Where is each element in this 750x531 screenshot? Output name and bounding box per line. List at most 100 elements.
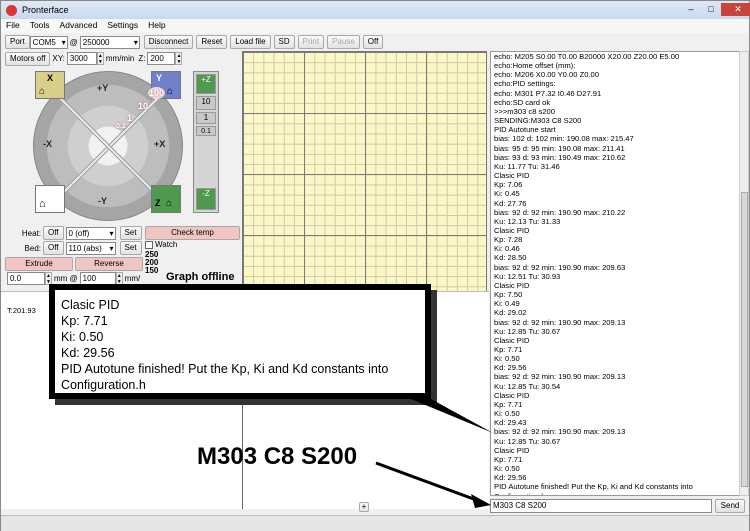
xy-speed-spinner[interactable]: ▲ ▼ xyxy=(96,52,104,65)
menu-help[interactable]: Help xyxy=(143,19,170,33)
log-line: bias: 102 d: 102 min: 190.08 max: 215.47 xyxy=(494,134,634,144)
log-line: Ku: 12.13 Tu: 31.33 xyxy=(494,216,561,226)
add-button[interactable]: + xyxy=(359,502,369,512)
extrude-speed-unit: mm/ xyxy=(124,274,141,283)
print-bed-grid[interactable] xyxy=(242,51,487,296)
reset-button[interactable]: Reset xyxy=(196,35,228,49)
menu-settings[interactable]: Settings xyxy=(102,19,143,33)
menu-advanced[interactable]: Advanced xyxy=(55,19,103,33)
port-select[interactable]: COM5 xyxy=(29,35,68,49)
port-button[interactable]: Port xyxy=(5,35,30,49)
heat-set-button[interactable]: Set xyxy=(119,226,142,240)
home-z-button[interactable]: Z ⌂ xyxy=(151,185,181,213)
jog-step-10[interactable]: 10 xyxy=(138,101,148,111)
disconnect-button[interactable]: Disconnect xyxy=(143,35,194,49)
watch-checkbox[interactable] xyxy=(145,240,153,249)
log-line: Ku: 12.85 Tu: 30.54 xyxy=(494,381,561,391)
baud-select[interactable]: 250000 xyxy=(79,35,140,49)
command-input[interactable]: M303 C8 S200 xyxy=(490,499,712,513)
log-line: Clasic PID xyxy=(494,225,530,235)
xy-speed-input[interactable]: 3000 xyxy=(66,52,97,65)
plus-x-button[interactable]: +X xyxy=(154,139,165,149)
home-z-label: Z xyxy=(155,198,161,208)
z-step-0.1[interactable]: 0.1 xyxy=(196,126,216,136)
menu-tools[interactable]: Tools xyxy=(25,19,55,33)
log-line: Clasic PID xyxy=(494,280,530,290)
speed-unit-label: mm/min xyxy=(105,54,135,63)
check-temp-button[interactable]: Check temp xyxy=(145,226,240,240)
log-line: PID Autotune start xyxy=(494,125,556,135)
z-speed-input[interactable]: 200 xyxy=(147,52,176,65)
home-icon: ⌂ xyxy=(39,198,46,210)
heat-off-button[interactable]: Off xyxy=(43,226,64,240)
menu-bar: File Tools Advanced Settings Help xyxy=(1,19,749,33)
bed-temp-select[interactable]: 110 (abs) xyxy=(65,241,116,255)
log-line: bias: 92 d: 92 min: 190.90 max: 210.22 xyxy=(494,207,626,217)
title-bar: Pronterface – □ ✕ xyxy=(1,1,750,19)
heat-label: Heat: xyxy=(21,228,41,238)
plus-y-button[interactable]: +Y xyxy=(97,83,108,93)
motors-off-button[interactable]: Motors off xyxy=(5,51,51,66)
pause-button[interactable]: Pause xyxy=(327,35,360,49)
log-line: PID Autotune finished! Put the Kp, Ki an… xyxy=(494,482,693,492)
z-jog-column: +Z 10 1 0.1 -Z xyxy=(193,71,219,213)
extrude-length-input[interactable]: 0.0 xyxy=(7,272,45,285)
pronterface-logo-icon xyxy=(6,4,17,16)
log-line: Kd: 29.56 xyxy=(494,473,527,483)
callout-line: Kd: 29.56 xyxy=(61,346,115,360)
log-line: bias: 92 d: 92 min: 190.90 max: 209.63 xyxy=(494,262,626,272)
log-line: Kd: 27.76 xyxy=(494,198,527,208)
scrollbar-thumb[interactable] xyxy=(741,192,748,487)
menu-file[interactable]: File xyxy=(1,19,25,33)
minimize-button[interactable]: – xyxy=(681,3,701,16)
minus-y-button[interactable]: -Y xyxy=(98,196,107,206)
watch-label: Watch xyxy=(155,240,178,249)
z-speed-spinner[interactable]: ▲ ▼ xyxy=(175,52,183,65)
connection-toolbar: Port COM5 @ 250000 Disconnect Reset Load… xyxy=(1,34,384,50)
close-button[interactable]: ✕ xyxy=(721,3,750,16)
home-all-button[interactable]: ⌂ xyxy=(35,185,65,213)
print-button[interactable]: Print xyxy=(297,35,325,49)
maximize-button[interactable]: □ xyxy=(701,3,721,16)
home-x-button[interactable]: X ⌂ xyxy=(35,71,65,99)
callout-line: Ki: 0.50 xyxy=(61,330,104,344)
jog-step-0.1[interactable]: 0.1 xyxy=(116,123,126,130)
load-file-button[interactable]: Load file xyxy=(230,35,271,49)
console-scrollbar[interactable] xyxy=(739,51,749,496)
callout-line: PID Autotune finished! Put the Kp, Ki an… xyxy=(61,362,389,376)
jog-step-100[interactable]: 100 xyxy=(148,87,166,99)
log-line: echo: M205 S0.00 T0.00 B20000 X20.00 Z20… xyxy=(494,52,680,61)
home-y-label: Y xyxy=(156,73,163,83)
reverse-button[interactable]: Reverse xyxy=(75,257,143,271)
log-line: Ki: 0.49 xyxy=(494,299,520,309)
log-line: echo: M301 P7.32 I0.46 D27.91 xyxy=(494,88,602,98)
log-line: Kd: 29.43 xyxy=(494,418,527,428)
log-line: Ki: 0.50 xyxy=(494,464,520,474)
sd-button[interactable]: SD xyxy=(273,35,295,49)
log-line: bias: 93 d: 93 min: 190.49 max: 210.62 xyxy=(494,152,626,162)
send-button[interactable]: Send xyxy=(715,499,745,513)
home-icon: ⌂ xyxy=(167,86,174,97)
log-line: SENDING:M303 C8 S200 xyxy=(494,116,582,126)
heat-temp-select[interactable]: 0 (off) xyxy=(65,226,116,240)
plus-z-button[interactable]: +Z xyxy=(196,74,216,94)
log-line: Kd: 29.02 xyxy=(494,308,527,318)
bed-set-button[interactable]: Set xyxy=(119,241,142,255)
minus-x-button[interactable]: -X xyxy=(43,139,52,149)
log-line: Ki: 0.50 xyxy=(494,354,520,364)
z-step-10[interactable]: 10 xyxy=(196,96,216,110)
off-button[interactable]: Off xyxy=(362,35,384,49)
extrude-button[interactable]: Extrude xyxy=(5,257,73,271)
minus-z-button[interactable]: -Z xyxy=(196,188,216,210)
log-line: bias: 92 d: 92 min: 190.90 max: 209.13 xyxy=(494,317,626,327)
graph-offline-label: Graph offline xyxy=(166,271,235,283)
log-line: Ku: 12.51 Tu: 30.93 xyxy=(494,271,561,281)
pid-result-callout: Clasic PID Kp: 7.71 Ki: 0.50 Kd: 29.56 P… xyxy=(49,284,431,399)
z-step-1[interactable]: 1 xyxy=(196,112,216,124)
window-title: Pronterface xyxy=(22,5,69,15)
log-line: bias: 92 d: 92 min: 190.90 max: 209.13 xyxy=(494,427,626,437)
app-window: Pronterface – □ ✕ File Tools Advanced Se… xyxy=(0,0,750,531)
status-bar xyxy=(1,515,749,531)
bed-off-button[interactable]: Off xyxy=(43,241,64,255)
jog-step-1[interactable]: 1 xyxy=(127,113,132,123)
